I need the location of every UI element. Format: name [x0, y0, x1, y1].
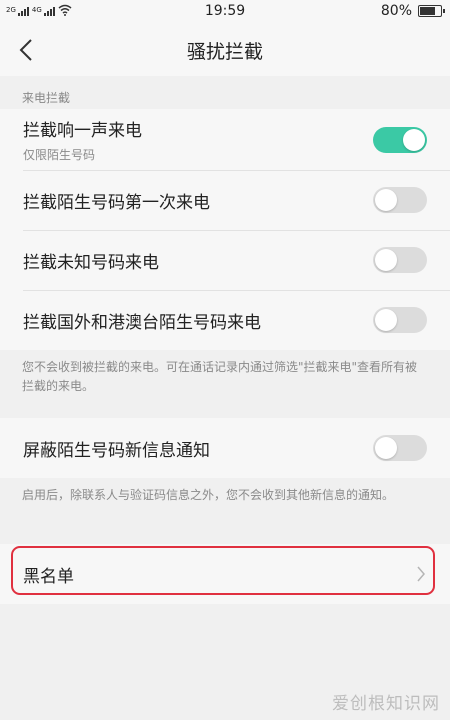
- page-title: 骚扰拦截: [186, 41, 263, 63]
- setting-row-block-unknown-number[interactable]: 拦截未知号码来电: [0, 230, 450, 290]
- call-block-group: 拦截响一声来电 仅限陌生号码 拦截陌生号码第一次来电 拦截未知号码来电 拦截国外…: [0, 109, 450, 350]
- status-bar: 2G 4G 19:59 80%: [0, 0, 450, 24]
- blacklist-section: 黑名单: [0, 544, 450, 604]
- battery-status: 80%: [380, 3, 445, 19]
- blacklist-item[interactable]: 黑名单: [0, 544, 450, 604]
- sms-block-footnote: 启用后，除联系人与验证码信息之外，您不会收到其他新信息的通知。: [0, 478, 450, 544]
- setting-row-block-first-stranger-call[interactable]: 拦截陌生号码第一次来电: [0, 170, 450, 230]
- watermark-text: 爱创根知识网: [332, 694, 440, 714]
- setting-row-mute-stranger-sms[interactable]: 屏蔽陌生号码新信息通知: [0, 418, 450, 478]
- app-bar: 骚扰拦截: [0, 24, 450, 76]
- section-header-call-block: 来电拦截: [0, 76, 450, 109]
- battery-icon: [418, 5, 445, 17]
- setting-row-block-one-ring[interactable]: 拦截响一声来电 仅限陌生号码: [0, 109, 450, 170]
- setting-row-block-foreign-number[interactable]: 拦截国外和港澳台陌生号码来电: [0, 290, 450, 350]
- toggle-switch-block-unknown-number[interactable]: [373, 247, 427, 273]
- blacklist-label: 黑名单: [23, 566, 74, 587]
- call-block-footnote: 您不会收到被拦截的来电。可在通话记录内通过筛选"拦截来电"查看所有被拦截的来电。: [0, 350, 450, 418]
- chevron-right-icon: [417, 566, 425, 582]
- toggle-knob: [375, 309, 397, 331]
- toggle-knob: [375, 249, 397, 271]
- toggle-switch-mute-stranger-sms[interactable]: [373, 435, 427, 461]
- sms-block-group: 屏蔽陌生号码新信息通知: [0, 418, 450, 478]
- toggle-knob: [403, 128, 425, 151]
- toggle-switch-block-first-stranger-call[interactable]: [373, 187, 427, 213]
- toggle-knob: [375, 189, 397, 211]
- toggle-switch-block-foreign-number[interactable]: [373, 307, 427, 333]
- toggle-knob: [375, 437, 397, 459]
- battery-percent: 80%: [380, 3, 412, 19]
- battery-level-fill: [420, 7, 436, 15]
- toggle-switch-block-one-ring[interactable]: [373, 126, 427, 153]
